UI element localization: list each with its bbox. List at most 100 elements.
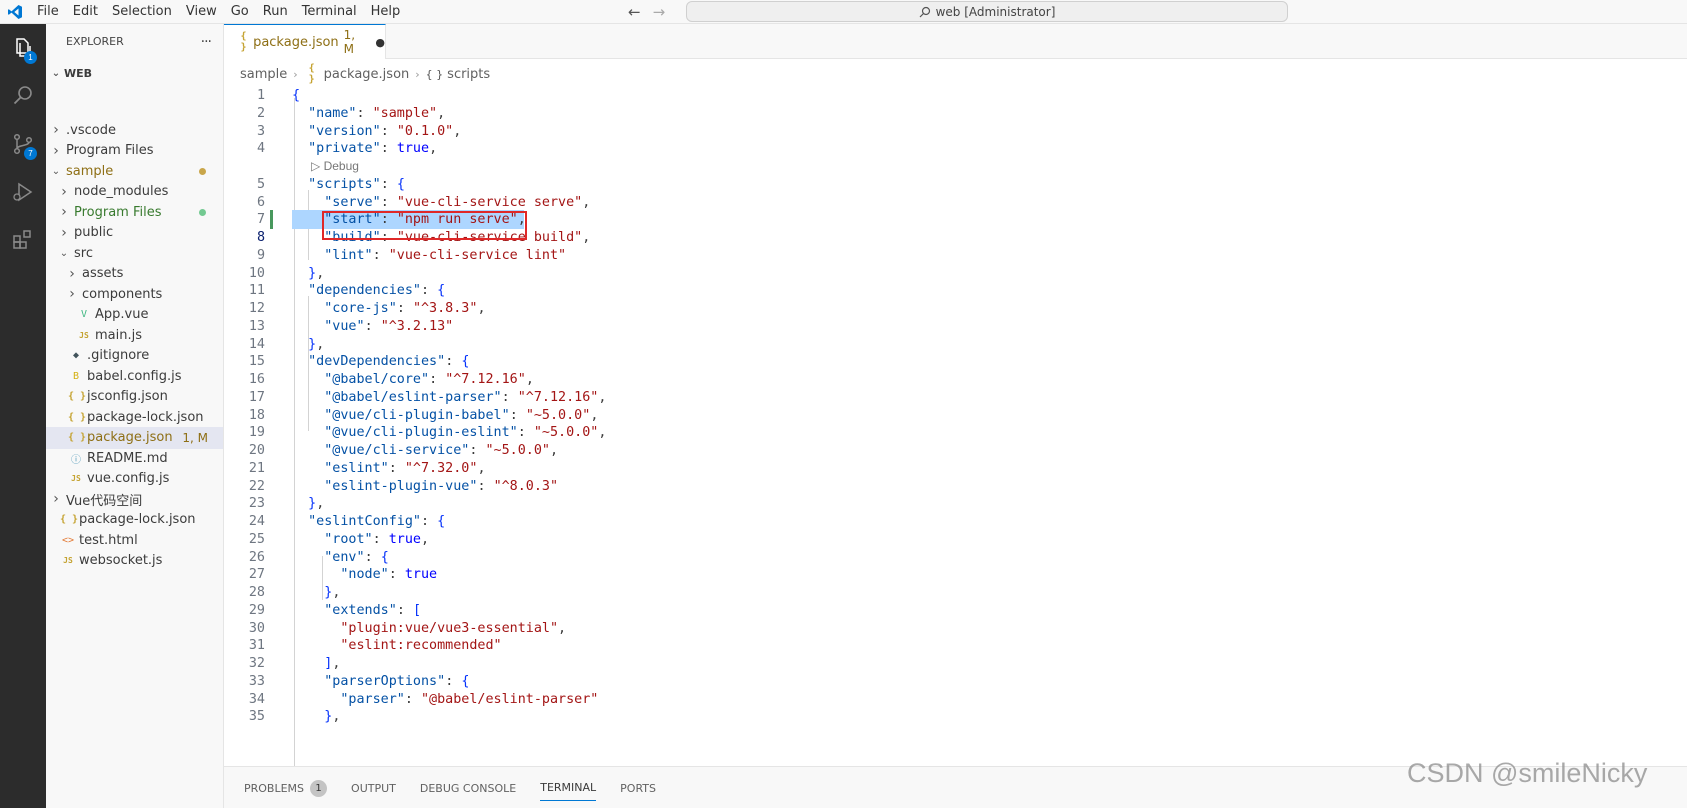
code-text: "version": "0.1.0", [308,123,462,139]
search-icon[interactable] [0,72,46,120]
line-number: 28 [248,585,265,600]
tree-item[interactable]: { } package-lock.json [46,406,223,428]
code-line: 4 "private": true, [224,139,1687,158]
menu-view[interactable]: View [179,0,224,24]
code-text: "serve": "vue-cli-service serve", [324,194,591,210]
tree-item-label: package.json [87,430,173,445]
code-text: "plugin:vue/vue3-essential", [340,620,567,636]
menu-go[interactable]: Go [224,0,256,24]
line-number: 26 [248,549,265,565]
panel-tab-problems[interactable]: PROBLEMS 1 [244,775,328,801]
tree-item[interactable]: { } package.json 1, M [46,426,223,449]
line-number: 1 [256,88,265,103]
tree-item[interactable]: › Program Files [46,140,223,162]
menu-file[interactable]: File [30,0,66,24]
code-text: "eslint:recommended" [340,638,502,654]
debug-codelens[interactable]: ▷ Debug [311,157,359,175]
source-control-icon[interactable] [0,120,46,168]
unsaved-dot-icon[interactable]: ● [375,36,385,49]
code-line: 6 "serve": "vue-cli-service serve", [224,193,1687,212]
tree-item[interactable]: › public [46,222,223,244]
breadcrumb-file[interactable]: package.json [324,67,410,82]
tree-item[interactable]: › assets [46,263,223,285]
tree-item[interactable]: V App.vue [46,304,223,326]
code-text: "parserOptions": { [324,673,470,689]
menu-terminal[interactable]: Terminal [295,0,364,24]
tree-item[interactable]: ◆ .gitignore [46,345,223,367]
tree-item[interactable]: <> test.html [46,529,223,551]
tree-item[interactable]: › components [46,283,223,305]
tree-item[interactable]: { } jsconfig.json [46,386,223,408]
tree-item-label: README.md [87,450,168,466]
tree-item[interactable]: ⌄ sample [46,160,223,182]
code-line: 26 "env": { [224,548,1687,567]
workspace-root[interactable]: ⌄ WEB [46,62,223,84]
panel-tab-ports[interactable]: PORTS [620,775,656,801]
more-actions-icon[interactable]: ··· [201,34,212,50]
panel-tab-debug-console[interactable]: DEBUG CONSOLE [420,775,516,801]
tree-item[interactable]: Bbabel.config.js [46,365,223,387]
panel-tab-terminal[interactable]: TERMINAL [540,775,597,801]
breadcrumb-folder[interactable]: sample [240,67,287,82]
line-number: 16 [248,372,265,387]
tree-item[interactable]: › Program Files [46,201,223,223]
breadcrumb: sample › { } package.json › { } scripts [224,62,490,86]
line-number: 35 [248,709,265,725]
panel-tab-label: OUTPUT [351,781,396,795]
tree-item[interactable]: ⓘ README.md [46,447,223,469]
js-file-icon: JS [71,474,81,483]
vscode-logo-icon [0,0,30,24]
tree-item[interactable]: › Vue代码空间 [46,488,223,510]
code-line: 3 "version": "0.1.0", [224,122,1687,141]
chevron-right-icon: › [53,142,59,159]
line-number: 2 [256,105,265,121]
tree-item[interactable]: ⌄ src [46,242,223,264]
code-line: 22 "eslint-plugin-vue": "^8.0.3" [224,477,1687,496]
code-text: "node": true [340,567,438,583]
tab-status: 1, M [343,28,356,56]
run-debug-icon[interactable] [0,168,46,216]
line-number: 17 [248,389,265,405]
info-file-icon: ⓘ [71,454,81,466]
tree-item-label: App.vue [95,307,149,322]
panel-tab-output[interactable]: OUTPUT [351,775,396,801]
tree-item-label: vue.config.js [87,471,170,486]
line-number: 22 [248,478,265,494]
chevron-right-icon: › [415,67,420,81]
tree-item[interactable]: JS vue.config.js [46,468,223,490]
chevron-right-icon: › [61,204,67,220]
tree-item[interactable]: JS main.js [46,324,223,346]
line-number: 3 [256,123,265,139]
status-dot-icon [199,167,206,175]
menu-run[interactable]: Run [256,0,295,24]
menu-selection[interactable]: Selection [105,0,179,24]
forward-arrow-icon[interactable]: → [653,3,666,21]
tree-item[interactable]: › .vscode [46,119,223,141]
activity-bar: 1 7 [0,24,46,808]
status-dot-icon [199,208,206,216]
extensions-icon[interactable] [0,216,46,264]
line-number: 8 [256,230,265,245]
menu-help[interactable]: Help [364,0,408,24]
menu-edit[interactable]: Edit [66,0,105,24]
code-editor[interactable]: 1{2 "name": "sample", 3 "version": "0.1.0… [224,86,1687,766]
code-line: 11 "dependencies": { [224,281,1687,300]
explorer-badge: 1 [24,51,37,64]
code-text: "eslint-plugin-vue": "^8.0.3" [324,478,559,494]
tree-item[interactable]: › node_modules [46,181,223,203]
tree-item-label: babel.config.js [87,368,182,384]
line-number: 29 [248,602,265,618]
vue-file-icon: V [80,309,88,320]
command-center[interactable]: web [Administrator] [686,1,1288,22]
back-arrow-icon[interactable]: ← [628,3,641,21]
menu-bar: File Edit Selection View Go Run Terminal Help [30,0,407,24]
code-text: "eslint": "^7.32.0", [324,460,486,476]
explorer-icon[interactable] [0,24,46,72]
breadcrumb-symbol[interactable]: scripts [447,67,490,82]
tab-package-json[interactable]: { } package.json 1, M ● [224,24,386,59]
tree-item[interactable]: JS websocket.js [46,550,223,572]
line-number: 24 [248,514,265,529]
tree-item[interactable]: { } package-lock.json [46,509,223,531]
command-center-text: web [Administrator] [935,4,1056,19]
line-number: 15 [248,354,265,370]
